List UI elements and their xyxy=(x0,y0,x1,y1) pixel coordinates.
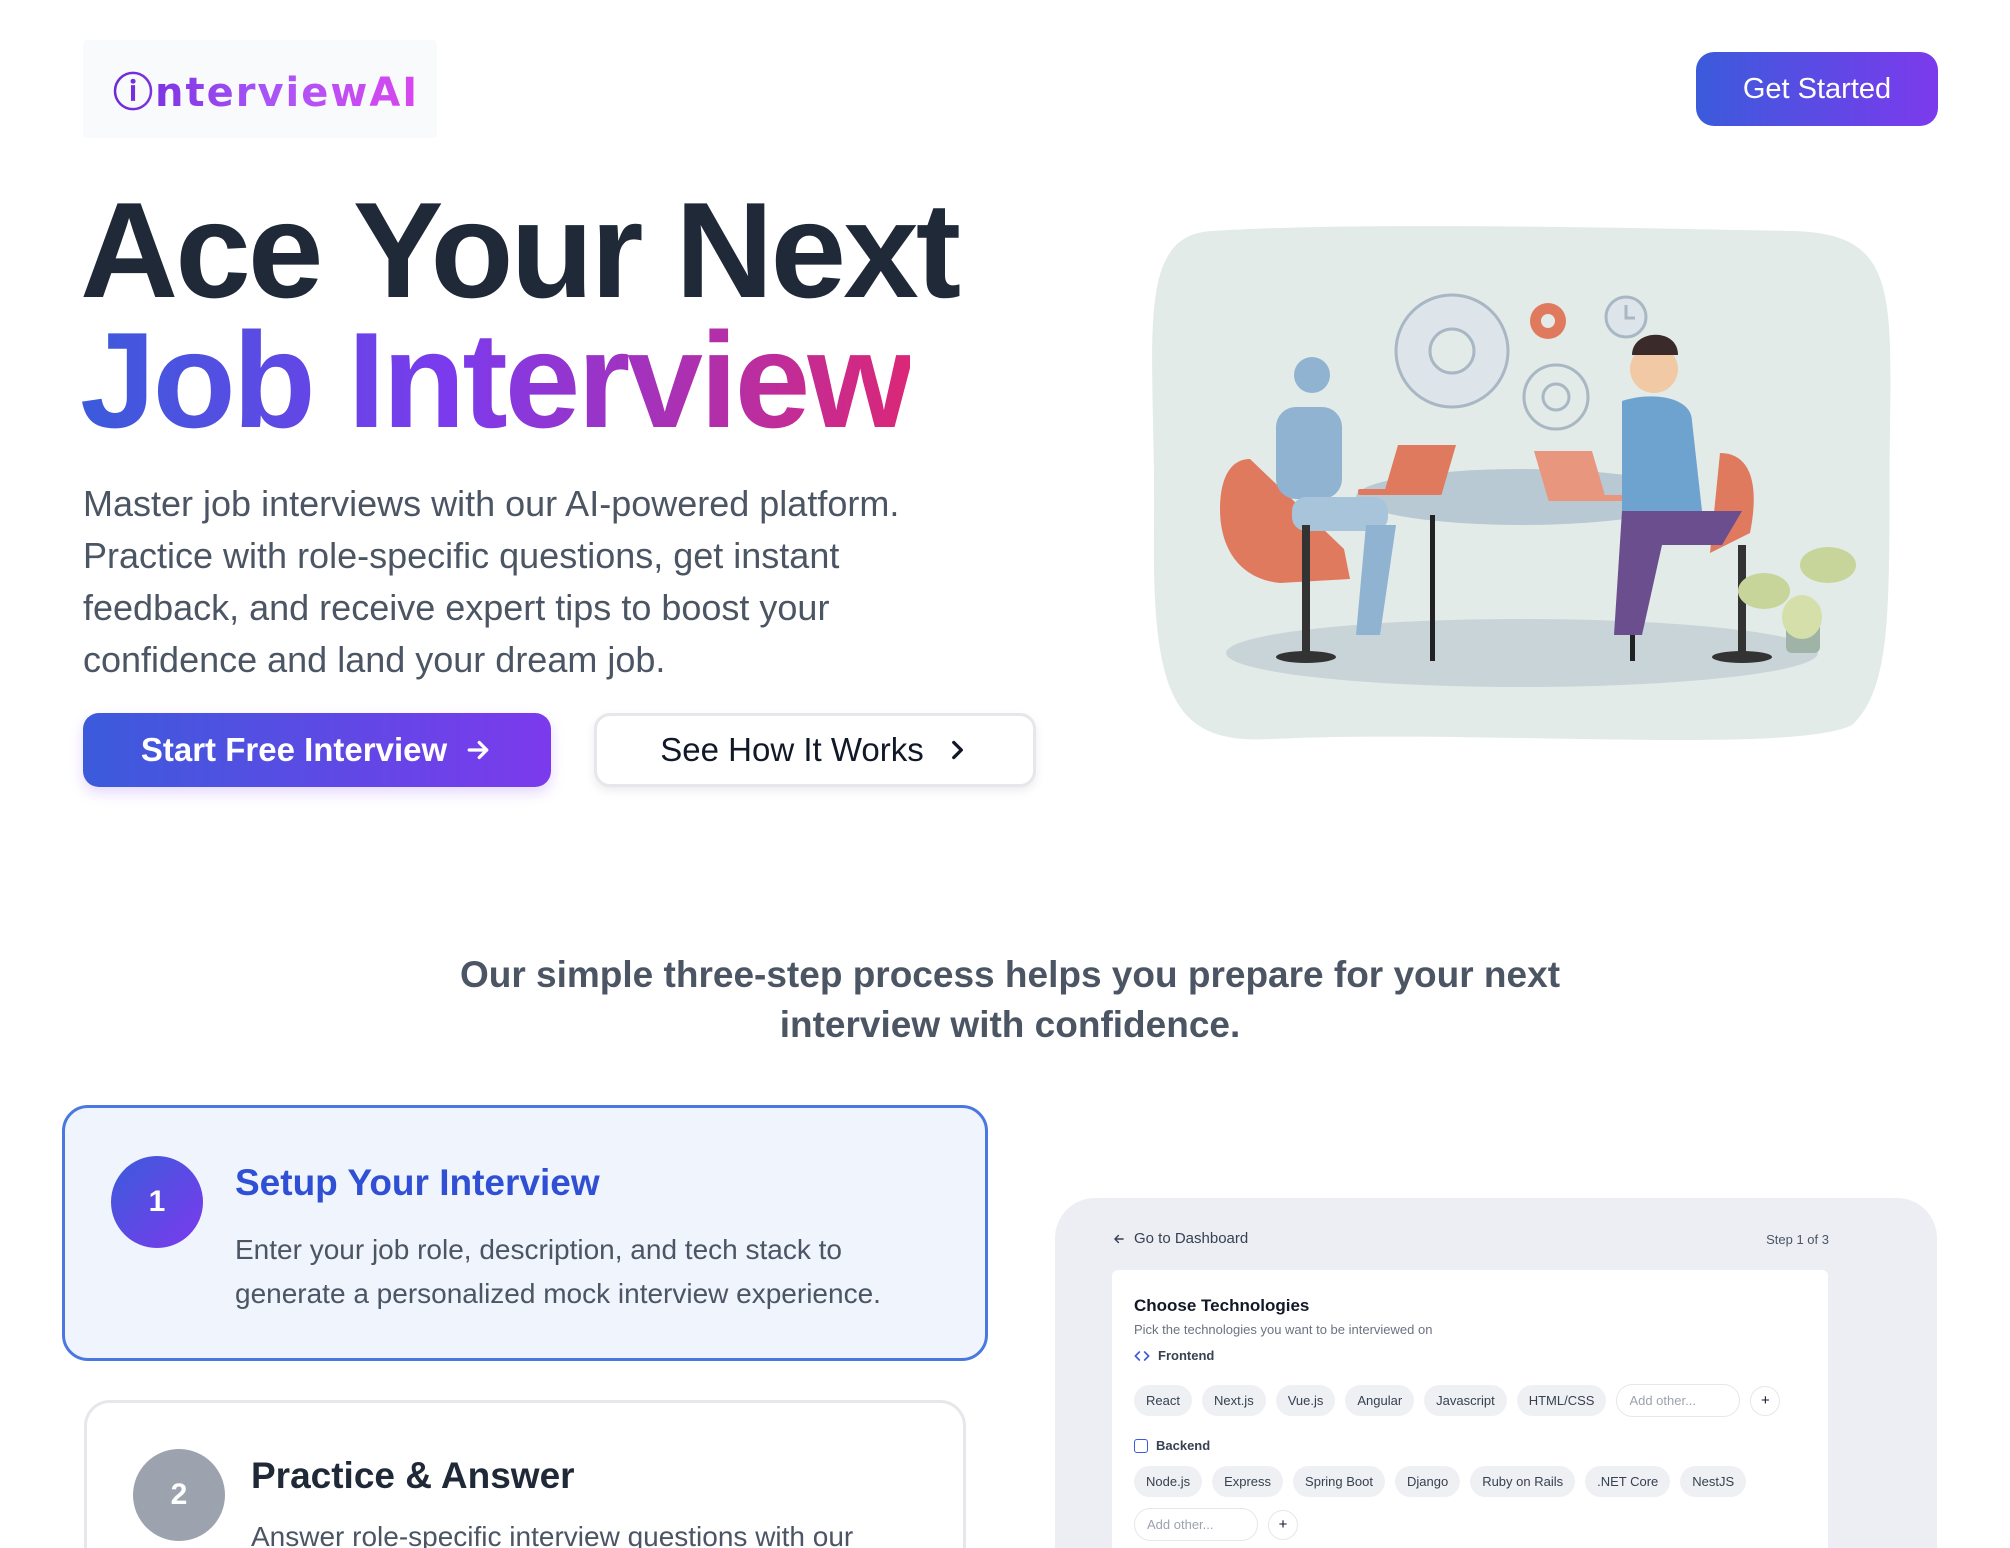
chip-html-css[interactable]: HTML/CSS xyxy=(1516,1385,1607,1416)
step-description: Answer role-specific interview questions… xyxy=(251,1521,854,1548)
step-card-practice[interactable]: 2 Practice & Answer Answer role-specific… xyxy=(84,1400,966,1548)
process-intro: Our simple three-step process helps you … xyxy=(459,954,1561,1045)
clock-icon xyxy=(1604,295,1648,339)
chip-django[interactable]: Django xyxy=(1394,1466,1461,1497)
server-icon xyxy=(1134,1438,1148,1453)
backend-label: Backend xyxy=(1156,1438,1211,1453)
go-to-dashboard-link[interactable]: Go to Dashboard xyxy=(1112,1230,1248,1247)
arrow-right-icon xyxy=(467,740,489,760)
chip-ruby-on-rails[interactable]: Ruby on Rails xyxy=(1470,1466,1576,1497)
hero-illustration xyxy=(1152,226,1891,741)
panel-heading: Choose Technologies xyxy=(1134,1296,1310,1315)
step-number-badge: 2 xyxy=(133,1449,225,1541)
chip-express[interactable]: Express xyxy=(1212,1466,1284,1497)
start-free-interview-label: Start Free Interview xyxy=(140,731,448,768)
get-started-button[interactable]: Get Started xyxy=(1696,52,1938,126)
backend-chip-row: Node.js Express Spring Boot Django Ruby … xyxy=(1134,1466,1747,1497)
chip-nodejs[interactable]: Node.js xyxy=(1134,1466,1203,1497)
step-card-setup[interactable]: 1 Setup Your Interview Enter your job ro… xyxy=(62,1105,988,1361)
frontend-label: Frontend xyxy=(1158,1348,1215,1363)
chevron-right-icon xyxy=(951,740,963,760)
plus-icon[interactable]: + xyxy=(1750,1385,1781,1416)
chip-vuejs[interactable]: Vue.js xyxy=(1275,1385,1336,1416)
see-how-it-works-button[interactable]: See How It Works xyxy=(594,713,1036,787)
step-indicator: Step 1 of 3 xyxy=(1766,1232,1829,1247)
hero-title-line1: Ace Your Next xyxy=(80,174,961,326)
chip-react[interactable]: React xyxy=(1134,1385,1192,1416)
chip-spring-boot[interactable]: Spring Boot xyxy=(1293,1466,1385,1497)
chip-dotnet-core[interactable]: .NET Core xyxy=(1585,1466,1671,1497)
backend-add-row: Add other... + xyxy=(1134,1508,1298,1541)
backend-section-label: Backend xyxy=(1134,1438,1210,1453)
step-title: Practice & Answer xyxy=(251,1455,575,1496)
code-icon xyxy=(1134,1350,1150,1361)
start-free-interview-button[interactable]: Start Free Interview xyxy=(83,713,551,787)
step-description: Enter your job role, description, and te… xyxy=(235,1234,881,1309)
chip-javascript[interactable]: Javascript xyxy=(1424,1385,1507,1416)
panel-subheading: Pick the technologies you want to be int… xyxy=(1134,1322,1433,1337)
hero-title: Ace Your Next Job Interview xyxy=(80,174,961,456)
chip-angular[interactable]: Angular xyxy=(1345,1385,1415,1416)
logo-container[interactable]: ⓘnterviewAI xyxy=(83,40,437,138)
see-how-it-works-label: See How It Works xyxy=(660,731,924,768)
plus-icon[interactable]: + xyxy=(1268,1509,1298,1540)
logo: ⓘnterviewAI xyxy=(113,60,419,118)
technology-picker-panel: Choose Technologies Pick the technologie… xyxy=(1112,1270,1828,1548)
step-number-badge: 1 xyxy=(111,1156,203,1248)
go-to-dashboard-label: Go to Dashboard xyxy=(1134,1230,1249,1247)
gear-icon xyxy=(1530,303,1566,339)
frontend-chip-row: React Next.js Vue.js Angular Javascript … xyxy=(1134,1384,1781,1417)
frontend-section-label: Frontend xyxy=(1134,1348,1214,1363)
add-other-frontend-input[interactable]: Add other... xyxy=(1616,1384,1741,1417)
gear-icon xyxy=(1394,293,1510,409)
chip-nestjs[interactable]: NestJS xyxy=(1680,1466,1747,1497)
hero-subtitle: Master job interviews with our AI-powere… xyxy=(83,483,900,680)
chip-nextjs[interactable]: Next.js xyxy=(1201,1385,1266,1416)
arrow-left-icon xyxy=(1114,1234,1124,1243)
add-other-backend-input[interactable]: Add other... xyxy=(1134,1508,1258,1541)
app-preview: Go to Dashboard Step 1 of 3 Choose Techn… xyxy=(1055,1198,1937,1548)
hero-title-line2: Job Interview xyxy=(80,304,913,456)
step-title: Setup Your Interview xyxy=(235,1162,600,1203)
